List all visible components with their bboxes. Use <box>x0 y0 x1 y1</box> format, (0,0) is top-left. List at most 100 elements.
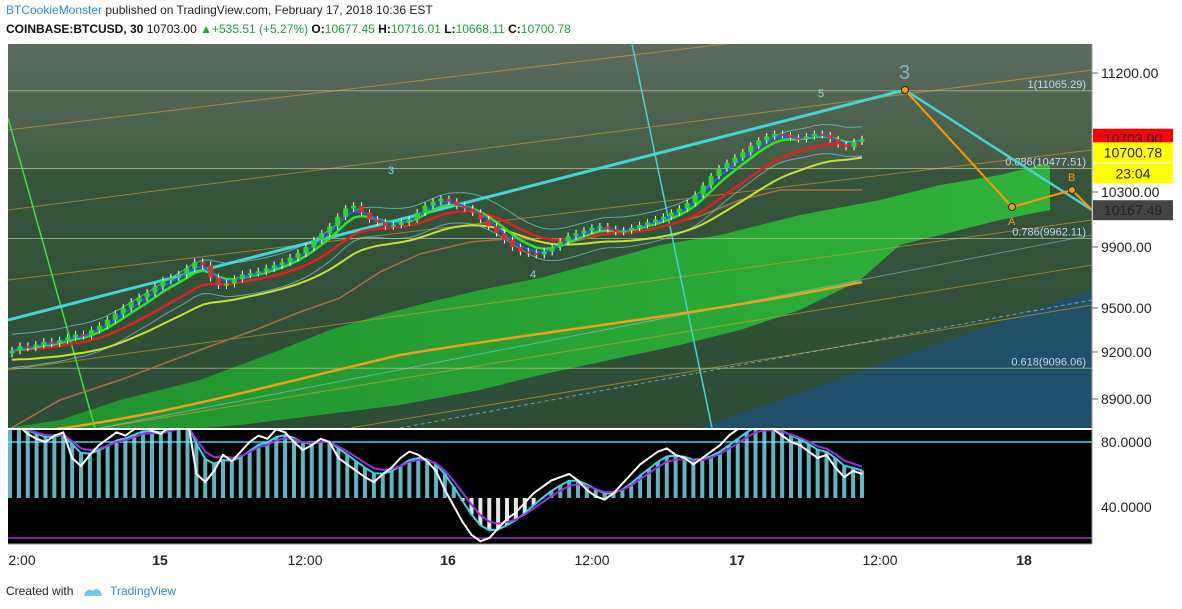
tradingview-logo-icon <box>83 586 103 597</box>
y-tick-label: 9200.00 <box>1101 344 1152 360</box>
candle-up <box>764 136 770 141</box>
close-label: C: <box>508 22 521 36</box>
candle-up <box>231 279 237 284</box>
candle-up <box>541 251 547 255</box>
stoch-bar <box>16 430 21 498</box>
candle-down <box>509 240 515 247</box>
candle-down <box>470 208 476 213</box>
candle-up <box>557 241 563 247</box>
stoch-bar <box>398 465 403 498</box>
candle-up <box>311 240 317 247</box>
open-label: O: <box>311 22 325 36</box>
candle-up <box>287 257 293 263</box>
candle-up <box>645 222 651 225</box>
stoch-bar <box>158 432 163 498</box>
stoch-bar <box>318 441 323 498</box>
stoch-bar <box>176 430 181 498</box>
wave-label-4: 4 <box>530 269 536 281</box>
stoch-bar <box>25 430 30 498</box>
candle-up <box>128 301 134 308</box>
stoch-bar <box>780 430 785 498</box>
candle-up <box>41 341 47 345</box>
candle-up <box>65 337 71 341</box>
stoch-bar <box>700 459 705 498</box>
stoch-bar <box>345 454 350 498</box>
price-axis[interactable] <box>1092 44 1182 544</box>
wave-label-b: B <box>1068 172 1075 184</box>
wave-label-5: 5 <box>818 88 824 100</box>
candle-down <box>780 133 786 136</box>
candle-down <box>80 334 86 337</box>
price-label-text: 10700.78 <box>1104 144 1163 160</box>
candle-up <box>692 194 698 203</box>
stoch-bar <box>34 433 39 498</box>
candle-up <box>223 283 229 286</box>
wave-label-3: 3 <box>388 165 394 177</box>
high-label: H: <box>378 22 391 36</box>
fib-label: 0.786(9962.11) <box>1012 226 1086 238</box>
stoch-bar <box>407 460 412 498</box>
y-tick-label: 9900.00 <box>1101 239 1152 255</box>
stoch-bar <box>123 438 128 498</box>
candle-up <box>247 272 253 275</box>
candle-up <box>724 162 730 169</box>
stoch-bar <box>824 451 829 498</box>
stoch-bar <box>265 442 270 498</box>
candle-up <box>168 277 174 281</box>
candle-up <box>700 185 706 195</box>
wave-point-a <box>1008 203 1016 211</box>
candle-up <box>652 219 658 223</box>
x-tick-label: 2:00 <box>8 552 35 568</box>
stoch-bar <box>274 437 279 498</box>
candle-down <box>478 212 484 220</box>
candle-down <box>49 341 55 344</box>
candle-up <box>668 212 674 217</box>
candle-up <box>255 271 261 274</box>
stoch-bar <box>744 432 749 498</box>
stoch-bar <box>842 465 847 498</box>
change-arrow-icon: ▲ <box>200 22 212 36</box>
candle-up <box>851 141 857 148</box>
candle-up <box>239 274 245 280</box>
stoch-bar <box>43 437 48 498</box>
footer: Created with TradingView <box>6 584 176 598</box>
candle-down <box>382 222 388 227</box>
candle-up <box>398 222 404 225</box>
candle-up <box>73 334 79 338</box>
candle-up <box>859 139 865 142</box>
author-link[interactable]: BTCookieMonster <box>6 3 102 17</box>
candle-down <box>827 135 833 140</box>
candle-up <box>621 230 627 233</box>
price-chart[interactable]: 1(11065.29)0.886(10477.51)0.786(9962.11)… <box>0 40 1182 578</box>
stoch-bar <box>87 453 92 498</box>
candle-down <box>605 226 611 230</box>
y-tick-label: 11200.00 <box>1101 65 1159 81</box>
footer-brand[interactable]: TradingView <box>110 584 176 598</box>
symbol-label: COINBASE:BTCUSD, 30 <box>6 22 144 36</box>
stoch-bar <box>487 498 492 531</box>
candle-down <box>366 212 372 220</box>
stoch-bar <box>735 438 740 498</box>
candle-up <box>740 152 746 158</box>
stoch-bar <box>762 430 767 498</box>
candle-up <box>144 292 150 298</box>
stoch-bar <box>150 431 154 498</box>
candle-up <box>732 157 738 163</box>
stoch-bar <box>753 430 758 498</box>
candle-down <box>494 226 500 234</box>
stoch-bar <box>238 456 243 498</box>
candle-up <box>803 136 809 140</box>
stoch-bar <box>221 460 225 498</box>
price-label-text: 23:04 <box>1115 165 1150 181</box>
candle-up <box>684 203 690 209</box>
candle-up <box>597 226 603 229</box>
fib-label: 1(11065.29) <box>1027 79 1086 91</box>
candle-up <box>549 247 555 252</box>
candle-up <box>96 325 102 330</box>
stoch-bar <box>478 498 483 526</box>
stoch-bar <box>425 459 430 498</box>
stoch-bar <box>283 435 288 498</box>
x-tick-label: 16 <box>440 552 456 568</box>
candle-up <box>263 268 269 272</box>
candle-down <box>25 346 31 349</box>
